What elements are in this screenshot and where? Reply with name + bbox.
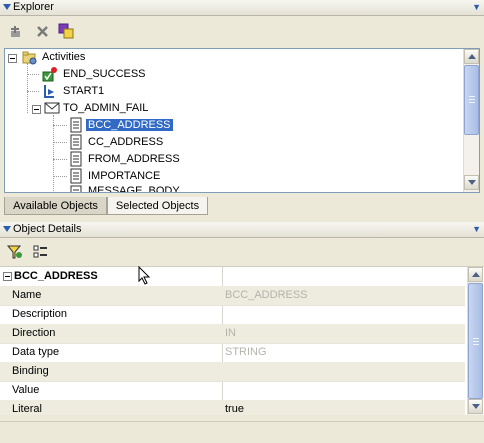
tree-node-label: BCC_ADDRESS xyxy=(86,119,173,131)
property-row[interactable]: Description xyxy=(0,305,465,325)
property-value[interactable]: true xyxy=(225,400,244,415)
tree-node-label: IMPORTANCE xyxy=(88,170,161,182)
scroll-down-button[interactable] xyxy=(464,175,479,190)
properties-table[interactable]: BCC_ADDRESS Name BCC_ADDRESS Description… xyxy=(0,266,484,415)
property-name: Data type xyxy=(12,346,60,358)
document-icon xyxy=(68,151,84,167)
delete-icon[interactable] xyxy=(34,23,52,41)
property-value[interactable]: STRING xyxy=(225,343,267,362)
tab-label: Available Objects xyxy=(13,200,98,212)
collapse-to-admin-fail-icon[interactable] xyxy=(32,105,41,114)
tree-node-end-success[interactable]: END_SUCCESS xyxy=(63,66,146,83)
tree-scrollbar[interactable] xyxy=(463,49,479,192)
collapse-triangle-icon[interactable] xyxy=(3,4,11,10)
scroll-thumb[interactable] xyxy=(468,283,483,399)
property-row[interactable]: Binding xyxy=(0,362,465,382)
tree-node-cc-address[interactable]: CC_ADDRESS xyxy=(88,134,163,151)
explorer-title: Explorer xyxy=(13,1,54,13)
object-details-panel-header[interactable]: Object Details ▼ xyxy=(0,222,484,238)
document-icon xyxy=(68,117,84,133)
add-node-icon[interactable] xyxy=(8,23,26,41)
scroll-up-button[interactable] xyxy=(464,49,479,64)
tree-node-activities[interactable]: Activities xyxy=(42,49,85,66)
properties-group-header[interactable]: BCC_ADDRESS xyxy=(0,267,465,287)
document-icon xyxy=(68,134,84,150)
explorer-panel-header[interactable]: Explorer ▼ xyxy=(0,0,484,16)
categorize-icon[interactable] xyxy=(32,243,50,261)
collapse-group-icon[interactable] xyxy=(3,272,12,281)
property-value[interactable]: IN xyxy=(225,324,236,343)
status-bar xyxy=(0,421,484,443)
end-success-icon xyxy=(42,66,58,82)
tree-node-message-body[interactable]: MESSAGE_BODY xyxy=(88,183,180,193)
panel-chevron-icon[interactable]: ▼ xyxy=(472,222,481,236)
panel-chevron-icon[interactable]: ▼ xyxy=(472,0,481,14)
property-name: Direction xyxy=(12,327,56,339)
property-row[interactable]: Data type STRING xyxy=(0,343,465,363)
tree-node-label: CC_ADDRESS xyxy=(88,136,164,148)
property-row[interactable]: Name BCC_ADDRESS xyxy=(0,286,465,306)
document-icon xyxy=(68,185,84,192)
tab-label: Selected Objects xyxy=(115,200,200,212)
tree-node-label: TO_ADMIN_FAIL xyxy=(63,102,149,114)
activities-folder-icon xyxy=(22,50,38,66)
tree-node-label: MESSAGE_BODY xyxy=(88,185,180,193)
scroll-down-button[interactable] xyxy=(468,399,483,414)
scroll-up-button[interactable] xyxy=(468,267,483,282)
property-name: Literal xyxy=(12,403,42,415)
scroll-thumb[interactable] xyxy=(464,65,479,135)
start-node-icon xyxy=(42,83,58,99)
tree-node-bcc-address[interactable]: BCC_ADDRESS xyxy=(86,117,173,134)
property-name: Binding xyxy=(12,365,49,377)
tree-node-label: START1 xyxy=(63,85,105,97)
mouse-cursor-icon xyxy=(138,265,152,286)
group-title: BCC_ADDRESS xyxy=(14,270,98,282)
tree-node-label: END_SUCCESS xyxy=(63,68,146,80)
collapse-activities-icon[interactable] xyxy=(8,54,17,63)
property-row[interactable]: Literal true xyxy=(0,400,465,415)
object-details-title: Object Details xyxy=(13,223,82,235)
email-envelope-icon xyxy=(44,100,60,116)
tree-node-to-admin-fail[interactable]: TO_ADMIN_FAIL xyxy=(63,100,148,117)
property-row[interactable]: Value xyxy=(0,381,465,401)
tab-selected-objects[interactable]: Selected Objects xyxy=(107,197,208,215)
tree-node-label: Activities xyxy=(42,51,86,63)
filter-icon[interactable] xyxy=(6,243,24,261)
document-icon xyxy=(68,168,84,184)
property-row[interactable]: Direction IN xyxy=(0,324,465,344)
collapse-triangle-icon[interactable] xyxy=(3,226,11,232)
property-value[interactable]: BCC_ADDRESS xyxy=(225,286,308,305)
tree-node-start1[interactable]: START1 xyxy=(63,83,104,100)
tree-node-from-address[interactable]: FROM_ADDRESS xyxy=(88,151,180,168)
tab-available-objects[interactable]: Available Objects xyxy=(4,197,107,215)
object-tree[interactable]: Activities END_SUCCESS START1 TO_ADMIN_F… xyxy=(4,48,480,193)
property-name: Name xyxy=(12,289,42,301)
property-name: Value xyxy=(12,384,40,396)
tree-node-label: FROM_ADDRESS xyxy=(88,153,180,165)
copy-icon[interactable] xyxy=(57,22,75,40)
property-name: Description xyxy=(12,308,68,320)
properties-scrollbar[interactable] xyxy=(467,267,483,415)
